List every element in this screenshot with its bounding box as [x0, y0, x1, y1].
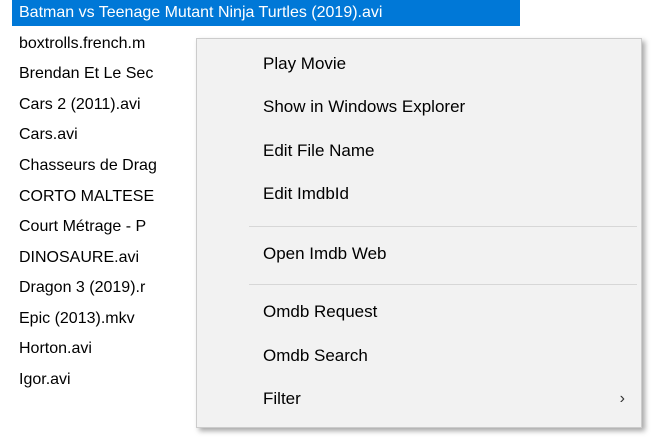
menu-item-edit-file-name[interactable]: Edit File Name	[197, 132, 641, 170]
file-name: Horton.avi	[19, 340, 92, 357]
menu-item-label: Filter	[263, 389, 301, 408]
context-menu: Play Movie Show in Windows Explorer Edit…	[196, 38, 642, 428]
file-name: Dragon 3 (2019).r	[19, 279, 146, 296]
file-name: Igor.avi	[19, 371, 71, 388]
file-name: boxtrolls.french.m	[19, 35, 146, 52]
menu-item-label: Play Movie	[263, 54, 347, 73]
file-name: Brendan Et Le Sec	[19, 65, 154, 82]
chevron-right-icon: ›	[619, 390, 625, 407]
menu-item-play-movie[interactable]: Play Movie	[197, 45, 641, 83]
file-list-item-selected[interactable]: Batman vs Teenage Mutant Ninja Turtles (…	[0, 0, 651, 26]
menu-item-show-in-explorer[interactable]: Show in Windows Explorer	[197, 88, 641, 126]
file-name: Batman vs Teenage Mutant Ninja Turtles (…	[19, 4, 383, 21]
menu-item-omdb-request[interactable]: Omdb Request	[197, 293, 641, 331]
file-name: Epic (2013).mkv	[19, 310, 135, 327]
file-name: CORTO MALTESE	[19, 188, 155, 205]
menu-item-label: Edit ImdbId	[263, 184, 349, 203]
file-name: Chasseurs de Drag	[19, 157, 157, 174]
menu-item-open-imdb-web[interactable]: Open Imdb Web	[197, 235, 641, 273]
menu-item-filter[interactable]: Filter ›	[197, 380, 641, 418]
menu-item-edit-imdbid[interactable]: Edit ImdbId	[197, 175, 641, 213]
menu-item-label: Omdb Request	[263, 302, 378, 321]
menu-item-label: Open Imdb Web	[263, 244, 387, 263]
menu-item-label: Edit File Name	[263, 141, 375, 160]
file-name: Cars 2 (2011).avi	[19, 96, 141, 113]
menu-item-omdb-search[interactable]: Omdb Search	[197, 337, 641, 375]
file-name: Cars.avi	[19, 126, 78, 143]
file-name: Court Métrage - P	[19, 218, 147, 235]
menu-item-label: Show in Windows Explorer	[263, 97, 466, 116]
file-name: DINOSAURE.avi	[19, 249, 140, 266]
menu-separator	[249, 284, 637, 285]
menu-separator	[249, 226, 637, 227]
menu-item-label: Omdb Search	[263, 346, 368, 365]
